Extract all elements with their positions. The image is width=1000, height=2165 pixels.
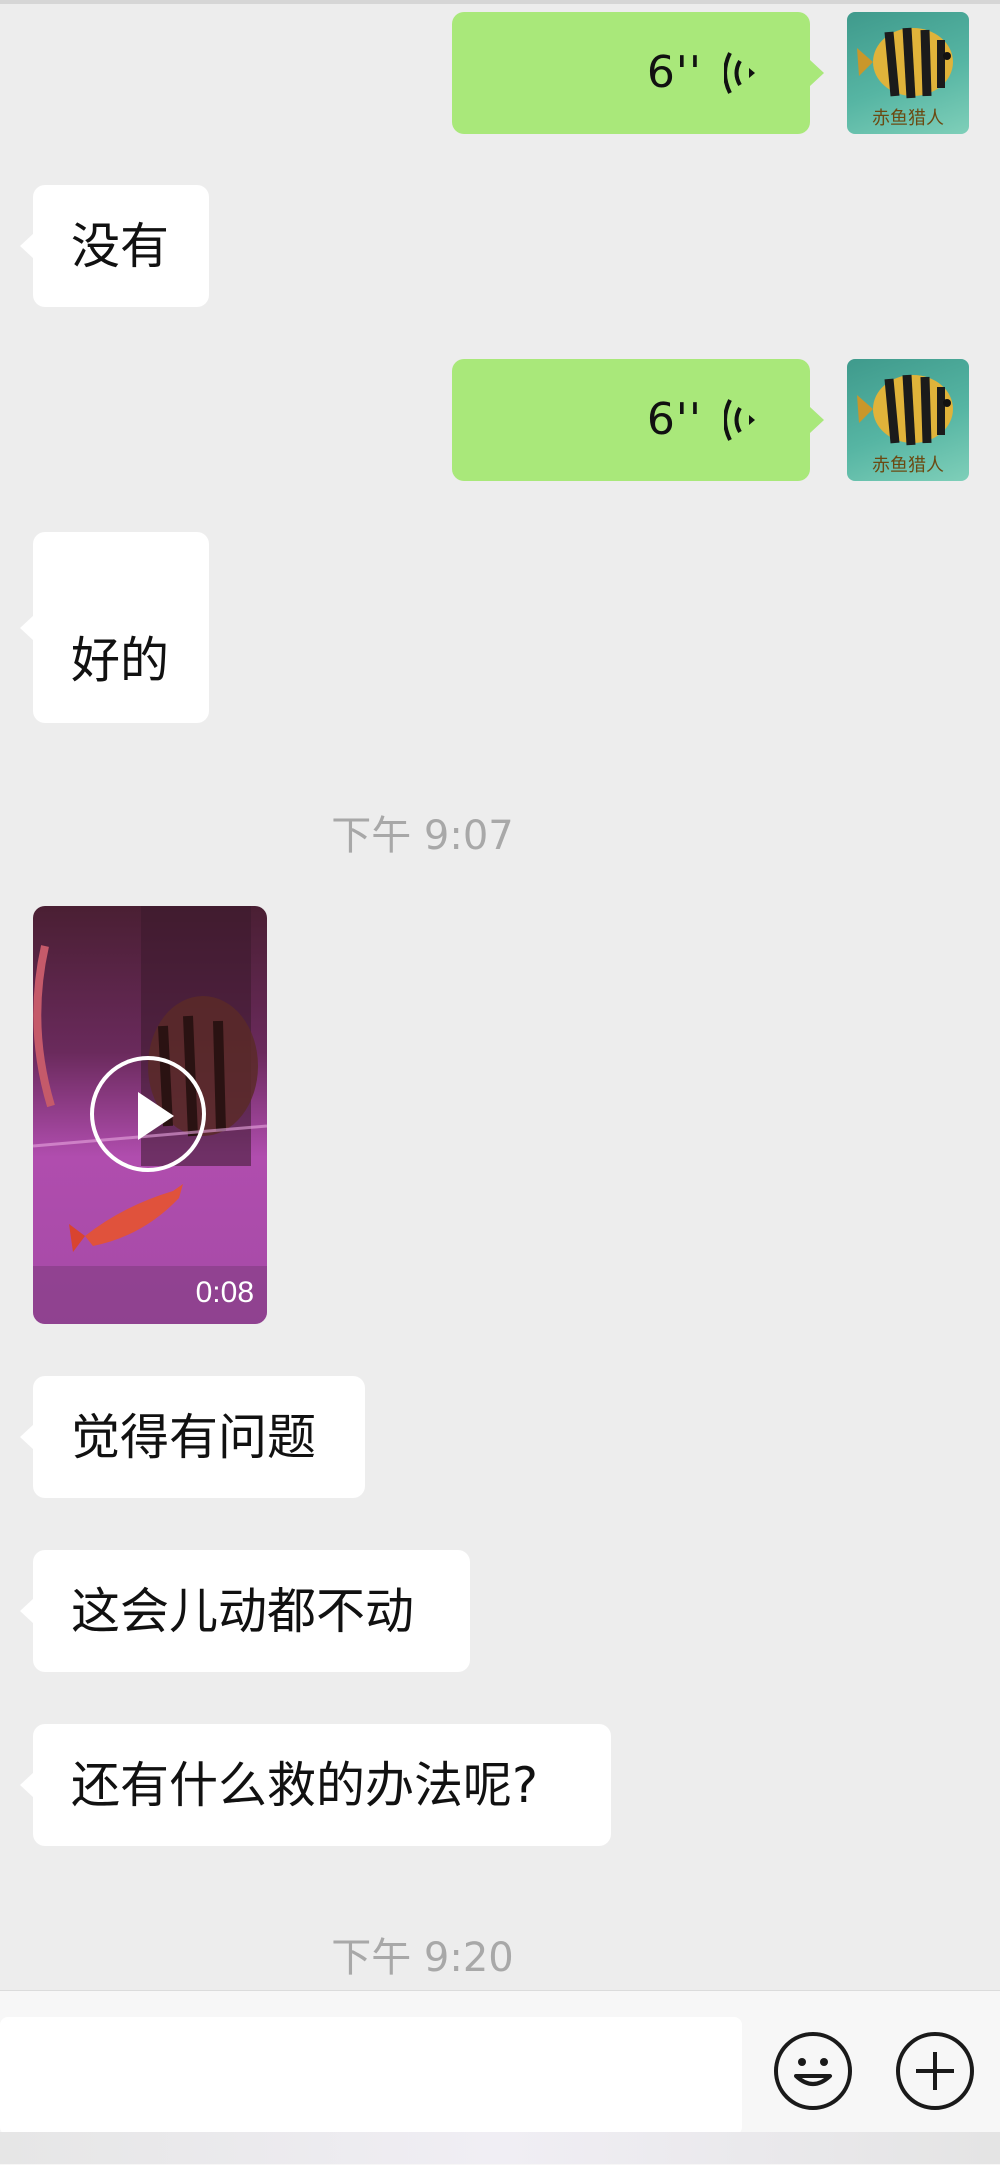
video-message[interactable]: 0:08 xyxy=(33,906,267,1324)
voice-wave-icon xyxy=(724,399,755,441)
video-duration: 0:08 xyxy=(195,1276,254,1309)
play-icon[interactable] xyxy=(90,1056,206,1172)
voice-duration: 6'' xyxy=(646,47,702,98)
message-text: 还有什么救的办法呢? xyxy=(71,1756,539,1814)
timestamp: 下午 9:07 xyxy=(331,813,514,859)
outgoing-voice-message[interactable]: 6'' xyxy=(452,12,810,134)
fish-avatar-image: 赤鱼猎人 xyxy=(857,27,953,129)
my-avatar[interactable]: 赤鱼猎人 xyxy=(847,12,969,134)
smiley-face-icon[interactable] xyxy=(774,2032,852,2110)
message-text: 这会儿动都不动 xyxy=(71,1582,415,1640)
voice-wave-icon xyxy=(724,52,755,94)
message-text: 觉得有问题 xyxy=(71,1408,317,1466)
voice-duration: 6'' xyxy=(646,394,702,445)
incoming-message[interactable]: 这会儿动都不动 xyxy=(33,1550,470,1672)
avatar-caption: 赤鱼猎人 xyxy=(872,108,944,129)
avatar-caption: 赤鱼猎人 xyxy=(872,455,944,476)
message-input[interactable] xyxy=(0,2017,742,2135)
message-text: 好的 xyxy=(71,632,170,689)
incoming-message[interactable]: 没有 xyxy=(33,185,209,307)
outgoing-voice-message[interactable]: 6'' xyxy=(452,359,810,481)
plus-icon[interactable] xyxy=(896,2032,974,2110)
home-indicator-area xyxy=(0,2132,1000,2164)
incoming-message[interactable]: 还有什么救的办法呢? xyxy=(33,1724,611,1846)
top-divider xyxy=(0,0,1000,4)
timestamp: 下午 9:20 xyxy=(331,1935,514,1981)
message-text: 没有 xyxy=(71,217,170,275)
fish-avatar-image: 赤鱼猎人 xyxy=(857,374,953,476)
incoming-message[interactable]: 觉得有问题 xyxy=(33,1376,365,1498)
incoming-message[interactable]: 好的 xyxy=(33,532,209,723)
my-avatar[interactable]: 赤鱼猎人 xyxy=(847,359,969,481)
